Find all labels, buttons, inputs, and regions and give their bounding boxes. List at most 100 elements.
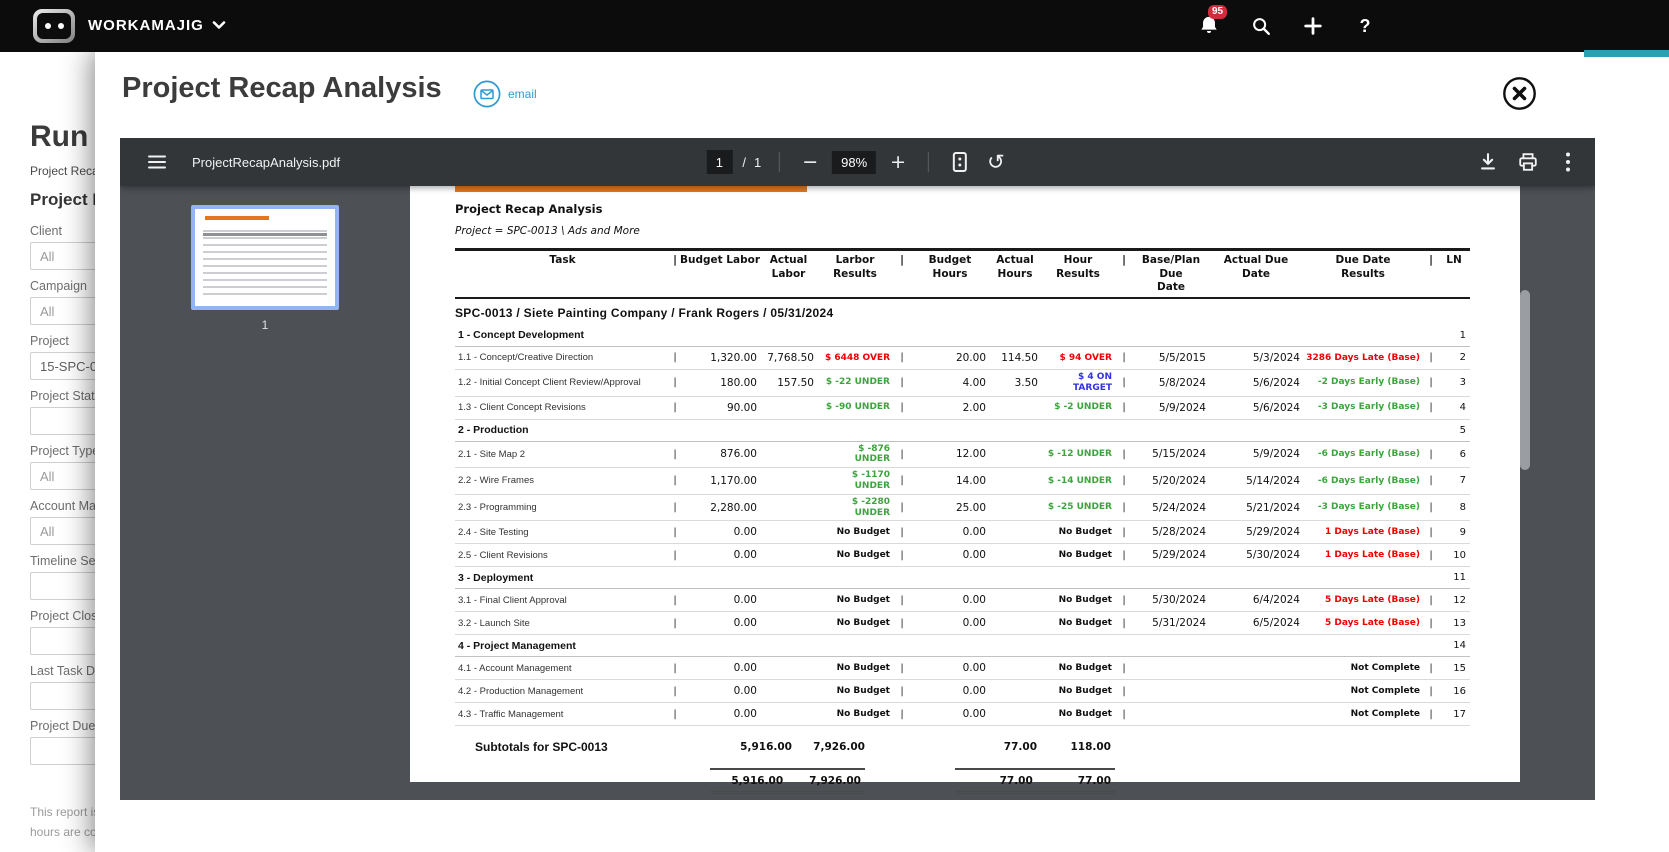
filter-field-input[interactable]: [30, 407, 95, 435]
header-actual-due-date: Actual Due Date: [1223, 254, 1289, 280]
cell-base-plan-due-date: [1133, 689, 1209, 693]
cell-pipe: |: [673, 594, 677, 606]
filter-field-label: Timeline Seg: [30, 554, 95, 568]
cell-labor-results: $ -1170 UNDER: [851, 470, 890, 491]
workamajig-logo-icon[interactable]: [33, 9, 75, 43]
page-thumbnail[interactable]: [191, 205, 339, 310]
zoom-out-button[interactable]: −: [798, 152, 822, 172]
search-button[interactable]: [1247, 12, 1275, 40]
header-labor-results: Larbor Results: [833, 254, 877, 280]
cell-pipe: |: [900, 662, 904, 674]
cell-hour-results: No Budget: [1058, 594, 1112, 605]
cell-budget-labor: 0.00: [733, 708, 757, 721]
pdf-scrollbar-thumb[interactable]: [1520, 290, 1530, 470]
filter-field: Last Task Du: [30, 664, 95, 710]
filter-field: Project Type All: [30, 444, 95, 490]
report-task-row: 1.2 - Initial Concept Client Review/Appr…: [455, 370, 1470, 397]
section-name: 4 - Project Management: [458, 639, 576, 652]
add-button[interactable]: [1299, 12, 1327, 40]
cell-actual-hours: [989, 666, 1041, 670]
question-mark-icon: ?: [1359, 15, 1371, 36]
cell-task: 2.2 - Wire Frames: [458, 475, 535, 487]
report-group-header: SPC-0013 / Siete Painting Company / Fran…: [455, 305, 834, 320]
cell-hour-results: $ -14 UNDER: [1047, 475, 1112, 486]
filter-field: Account Mar All: [30, 499, 95, 545]
filter-field-input[interactable]: 15-SPC-001: [30, 352, 95, 380]
cell-actual-hours: [989, 530, 1041, 534]
cell-pipe: |: [1122, 377, 1126, 389]
top-navbar: WORKAMAJIG 95 ?: [0, 0, 1669, 52]
filter-field-input[interactable]: All: [30, 297, 95, 325]
brand-label: WORKAMAJIG: [88, 17, 204, 34]
more-options-button[interactable]: [1555, 149, 1581, 175]
cell-actual-due-date: 5/29/2024: [1246, 526, 1300, 539]
print-button[interactable]: [1515, 149, 1541, 175]
cell-pipe: |: [1122, 708, 1126, 720]
header-pipe: |: [900, 254, 904, 266]
report-section-row: 4 - Project Management 14: [455, 635, 1470, 658]
cell-task: 2.4 - Site Testing: [458, 526, 529, 538]
pdf-toolbar-right: [1475, 149, 1581, 175]
filter-field: Project 15-SPC-001: [30, 334, 95, 380]
plus-icon: [1304, 17, 1322, 35]
report-title: Project Recap Analysis: [455, 202, 603, 216]
cell-pipe: |: [900, 502, 904, 513]
cell-budget-hours: 12.00: [955, 448, 986, 461]
pdf-content-area: 1 Project Recap Analysis Project = SPC-0…: [120, 186, 1595, 800]
cell-actual-labor: 157.50: [777, 376, 814, 389]
cell-base-plan-due-date: 5/30/2024: [1152, 594, 1206, 607]
pdf-menu-button[interactable]: [144, 149, 170, 175]
cell-budget-hours: 0.00: [962, 549, 986, 562]
filter-field-input[interactable]: [30, 627, 95, 655]
cell-actual-labor: [760, 689, 817, 693]
report-task-row: 1.3 - Client Concept Revisions | 90.00 $ -9…: [455, 397, 1470, 420]
cell-hour-results: $ 4 ON TARGET: [1072, 371, 1112, 393]
zoom-in-button[interactable]: +: [886, 152, 910, 172]
cell-pipe: |: [1122, 662, 1126, 674]
cell-task: 3.2 - Launch Site: [458, 617, 530, 629]
cell-pipe: |: [1429, 662, 1433, 674]
cell-pipe: |: [900, 526, 904, 538]
cell-actual-labor: [760, 666, 817, 670]
cell-pipe: |: [900, 685, 904, 697]
cell-actual-labor: [760, 553, 817, 557]
download-button[interactable]: [1475, 149, 1501, 175]
cell-pipe: |: [1429, 448, 1433, 460]
cell-ln: 3: [1459, 377, 1466, 389]
filter-field: Client All: [30, 224, 95, 270]
cell-pipe: |: [673, 549, 677, 561]
cell-base-plan-due-date: 5/20/2024: [1152, 474, 1206, 487]
filter-field-input[interactable]: [30, 737, 95, 765]
header-ln: LN: [1446, 254, 1462, 266]
page-number-input[interactable]: 1: [706, 150, 733, 174]
hamburger-icon: [148, 155, 166, 169]
cell-budget-labor: 1,320.00: [710, 351, 757, 364]
toolbar-divider: [928, 152, 930, 172]
help-button[interactable]: ?: [1351, 12, 1379, 40]
cell-budget-labor: 0.00: [733, 549, 757, 562]
filter-field-input[interactable]: All: [30, 517, 95, 545]
cell-actual-labor: [760, 506, 817, 510]
notifications-button[interactable]: 95: [1195, 5, 1228, 40]
header-task: Task: [549, 254, 576, 266]
cell-hour-results: No Budget: [1058, 685, 1112, 696]
cell-labor-results: No Budget: [836, 526, 890, 537]
page-separator: /: [742, 154, 746, 170]
filter-field-input[interactable]: [30, 682, 95, 710]
email-link[interactable]: email: [473, 80, 537, 108]
cell-actual-due-date: 5/14/2024: [1246, 474, 1300, 487]
rotate-button[interactable]: ↺: [983, 151, 1009, 173]
filter-field-input[interactable]: [30, 572, 95, 600]
report-header-row: Task | Budget Labor Actual Labor Larbor Resu…: [455, 251, 1470, 299]
fit-page-button[interactable]: [947, 149, 973, 175]
zoom-level[interactable]: 98%: [832, 150, 877, 174]
cell-task: 3.1 - Final Client Approval: [458, 594, 567, 606]
close-modal-button[interactable]: [1502, 76, 1537, 111]
brand-menu[interactable]: WORKAMAJIG: [88, 17, 226, 34]
cell-labor-results: No Budget: [836, 549, 890, 560]
filter-field-input[interactable]: All: [30, 462, 95, 490]
pdf-toolbar: ProjectRecapAnalysis.pdf 1 / 1 − 98% + ↺: [120, 138, 1595, 186]
filter-field-input[interactable]: All: [30, 242, 95, 270]
thumbnail-page-number: 1: [261, 318, 269, 332]
cell-task: 4.1 - Account Management: [458, 662, 572, 674]
